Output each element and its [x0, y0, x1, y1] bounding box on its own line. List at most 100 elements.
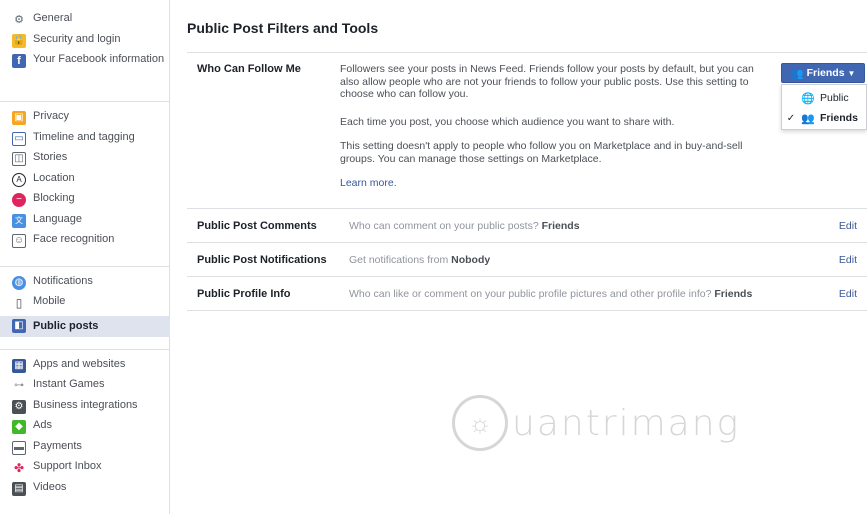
timeline-icon: ▭: [12, 131, 26, 146]
sidebar-item-support-inbox[interactable]: ✤ Support Inbox: [12, 460, 169, 481]
audience-menu: 🌐 Public ✓ 👥 Friends: [781, 84, 867, 130]
learn-more-link[interactable]: Learn more.: [340, 177, 397, 189]
blocking-icon: −: [12, 193, 26, 207]
facebook-icon: f: [12, 54, 26, 68]
sidebar-item-label: Support Inbox: [33, 460, 102, 472]
sidebar-item-public-posts[interactable]: ◧ Public posts: [0, 315, 170, 337]
sidebar-item-label: Your Facebook information: [33, 53, 165, 65]
gamepad-icon: ⊶: [14, 380, 24, 391]
card-icon: ▬: [12, 440, 26, 455]
sidebar-group-notifications: ◍ Notifications ▯ Mobile ◧ Public posts: [0, 275, 170, 343]
audience-option-public[interactable]: 🌐 Public: [782, 89, 867, 107]
sidebar-divider: [0, 265, 169, 267]
sidebar-item-general[interactable]: ⚙ General: [12, 12, 169, 33]
sidebar-group-account: ⚙ General 🔒 Security and login f Your Fa…: [0, 12, 169, 95]
edit-button[interactable]: Edit: [839, 254, 857, 266]
row-summary: Who can comment on your public posts? Fr…: [349, 220, 580, 232]
menu-item-label: Friends: [820, 112, 858, 124]
sidebar-item-label: Payments: [33, 439, 82, 452]
audience-option-friends[interactable]: ✓ 👥 Friends: [782, 109, 867, 127]
apps-icon: ▦: [12, 358, 26, 373]
edit-button[interactable]: Edit: [839, 220, 857, 232]
language-icon: 文: [12, 213, 26, 228]
row-label: Public Post Notifications: [197, 254, 327, 266]
settings-sidebar: ⚙ General 🔒 Security and login f Your Fa…: [0, 0, 170, 514]
sidebar-item-language[interactable]: 文 Language: [12, 213, 169, 234]
checkmark-icon: ✓: [786, 112, 796, 124]
row-summary-value: Nobody: [451, 254, 491, 266]
page-title: Public Post Filters and Tools: [187, 20, 379, 36]
sidebar-item-label: Language: [33, 212, 82, 225]
row-summary: Get notifications from Nobody: [349, 254, 490, 266]
sidebar-item-label: Privacy: [33, 110, 70, 122]
sidebar-item-payments[interactable]: ▬ Payments: [12, 440, 169, 461]
caret-down-icon: ▼: [847, 68, 856, 78]
audience-selector-label: Friends: [806, 67, 845, 79]
row-summary-text: Who can like or comment on your public p…: [349, 288, 712, 300]
sidebar-item-privacy[interactable]: ▣ Privacy: [12, 110, 169, 131]
watermark: ☼ uantrimang: [452, 388, 752, 458]
sidebar-item-mobile[interactable]: ▯ Mobile: [12, 295, 169, 316]
who-can-follow-row: Who Can Follow Me Followers see your pos…: [187, 53, 867, 209]
sidebar-item-your-facebook-information[interactable]: f Your Facebook information: [12, 53, 169, 89]
globe-icon: ◍: [12, 275, 26, 290]
sidebar-item-label: Instant Games: [33, 378, 105, 390]
lock-icon: ▣: [12, 111, 26, 125]
row-summary-text: Get notifications from: [349, 254, 449, 266]
sidebar-item-label: Face recognition: [33, 233, 115, 245]
edit-button[interactable]: Edit: [839, 288, 857, 300]
sidebar-item-label: Stories: [33, 151, 68, 163]
follow-audience-note: Each time you post, you choose which aud…: [340, 116, 675, 128]
rss-icon: ◧: [12, 319, 26, 333]
row-label: Public Post Comments: [197, 220, 317, 232]
row-label: Who Can Follow Me: [197, 63, 301, 75]
friends-icon: 👥: [790, 67, 804, 80]
sidebar-item-security[interactable]: 🔒 Security and login: [12, 33, 169, 54]
mobile-icon: ▯: [15, 296, 23, 310]
business-icon: ⚙: [12, 399, 26, 414]
sidebar-item-blocking[interactable]: − Blocking: [12, 192, 169, 213]
sidebar-item-videos[interactable]: ▤ Videos: [12, 481, 169, 502]
setting-row-public-profile-info[interactable]: Public Profile Info Who can like or comm…: [187, 277, 867, 311]
row-summary-value: Friends: [541, 220, 580, 232]
marketplace-note: This setting doesn't apply to people who…: [340, 140, 743, 165]
row-label: Public Profile Info: [197, 288, 291, 300]
film-icon: ▤: [12, 481, 26, 496]
setting-row-public-post-comments[interactable]: Public Post Comments Who can comment on …: [187, 209, 867, 243]
row-summary: Who can like or comment on your public p…: [349, 288, 752, 300]
sidebar-item-ads[interactable]: ◆ Ads: [12, 419, 169, 440]
sidebar-item-label: Blocking: [33, 192, 75, 204]
settings-panel: Who Can Follow Me Followers see your pos…: [187, 52, 867, 311]
audience-selector-button[interactable]: 👥 Friends ▼: [781, 63, 865, 83]
follow-description: Followers see your posts in News Feed. F…: [340, 63, 754, 100]
sidebar-item-label: Videos: [33, 480, 67, 493]
sidebar-item-label: General: [33, 12, 73, 24]
sidebar-item-notifications[interactable]: ◍ Notifications: [12, 275, 169, 296]
row-summary-text: Who can comment on your public posts?: [349, 220, 539, 232]
watermark-text: uantrimang: [512, 402, 741, 444]
sidebar-item-business-integrations[interactable]: ⚙ Business integrations: [12, 399, 169, 420]
globe-icon: 🌐: [801, 92, 815, 105]
sidebar-item-stories[interactable]: ◫ Stories: [12, 151, 169, 172]
sidebar-item-instant-games[interactable]: ⊶ Instant Games: [12, 378, 169, 399]
sidebar-item-apps[interactable]: ▦ Apps and websites: [12, 358, 169, 379]
menu-item-label: Public: [820, 92, 849, 104]
sidebar-item-label: Apps and websites: [33, 357, 126, 370]
setting-row-public-post-notifications[interactable]: Public Post Notifications Get notificati…: [187, 243, 867, 277]
lifebuoy-icon: ✤: [13, 461, 25, 475]
sidebar-item-label: Location: [33, 171, 75, 184]
book-icon: ◫: [12, 152, 26, 166]
sidebar-item-label: Ads: [33, 419, 52, 431]
sidebar-item-location[interactable]: A Location: [12, 172, 169, 193]
sidebar-item-label: Business integrations: [33, 398, 138, 411]
lightbulb-icon: ☼: [452, 395, 508, 451]
sidebar-divider: [0, 101, 169, 102]
sidebar-item-label: Mobile: [33, 295, 66, 307]
sidebar-item-face-recognition[interactable]: ☺ Face recognition: [12, 233, 169, 254]
sidebar-group-privacy: ▣ Privacy ▭ Timeline and tagging ◫ Stori…: [0, 110, 169, 260]
sidebar-group-apps: ▦ Apps and websites ⊶ Instant Games ⚙ Bu…: [0, 358, 169, 508]
sidebar-item-timeline[interactable]: ▭ Timeline and tagging: [12, 131, 169, 152]
sidebar-item-label: Notifications: [33, 274, 93, 287]
row-summary-value: Friends: [714, 288, 753, 300]
sidebar-item-label: Timeline and tagging: [33, 130, 135, 143]
